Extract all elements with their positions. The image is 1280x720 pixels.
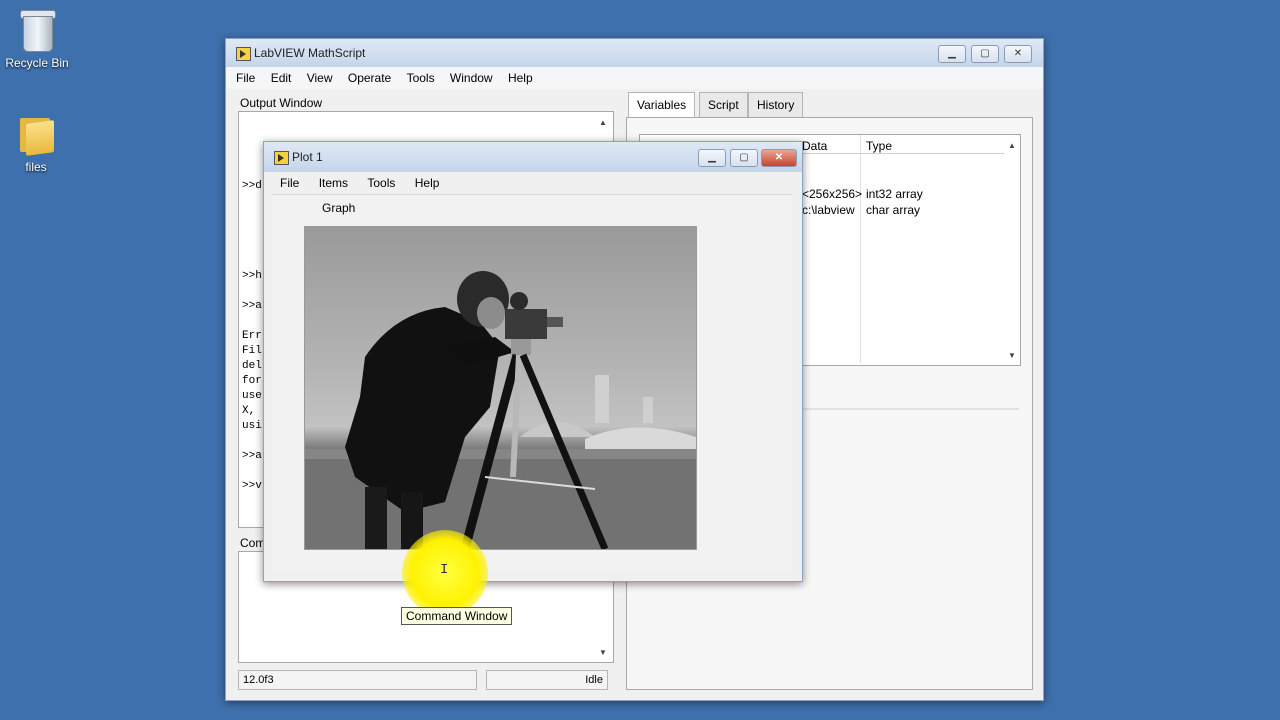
plot-title-bar[interactable]: Plot 1 ▁ ▢ ✕ (264, 142, 802, 172)
cell-data: <256x256> (802, 187, 863, 201)
window-title: LabVIEW MathScript (254, 46, 366, 60)
status-state: Idle (486, 670, 608, 690)
output-line: >>h (242, 270, 262, 282)
menu-view[interactable]: View (301, 67, 339, 89)
output-line: Fil (242, 345, 262, 357)
output-line: >>v (242, 480, 262, 492)
folder-icon (16, 112, 56, 156)
menu-window[interactable]: Window (444, 67, 499, 89)
cameraman-image (305, 271, 696, 549)
table-row[interactable]: <256x256> int32 array (802, 187, 1002, 203)
labview-icon (236, 47, 251, 61)
cell-data: c:\labview (802, 203, 855, 217)
menu-help[interactable]: Help (409, 172, 446, 194)
header-divider (860, 135, 861, 363)
tab-variables[interactable]: Variables (628, 92, 696, 119)
title-bar[interactable]: LabVIEW MathScript ▁ ▢ ✕ (226, 39, 1043, 67)
output-line: usi (242, 420, 262, 432)
desktop-icon-label: files (25, 160, 47, 174)
cell-type: char array (866, 203, 921, 217)
menu-tools[interactable]: Tools (361, 172, 401, 194)
plot-menu-bar: File Items Tools Help (264, 172, 802, 194)
menu-operate[interactable]: Operate (342, 67, 397, 89)
menu-file[interactable]: File (230, 67, 261, 89)
table-row[interactable]: c:\labview char array (802, 203, 1002, 219)
tooltip: Command Window (401, 607, 513, 625)
menu-bar: File Edit View Operate Tools Window Help (226, 67, 1043, 89)
minimize-button[interactable]: ▁ (698, 149, 726, 167)
tab-history[interactable]: History (748, 92, 804, 117)
desktop-icon-files[interactable]: files (1, 112, 71, 174)
cell-type: int32 array (866, 187, 923, 201)
minimize-button[interactable]: ▁ (938, 45, 966, 63)
column-header-data[interactable]: Data (802, 139, 827, 153)
recycle-bin-icon (17, 8, 57, 52)
maximize-button[interactable]: ▢ (971, 45, 999, 63)
maximize-button[interactable]: ▢ (730, 149, 758, 167)
menu-file[interactable]: File (274, 172, 305, 194)
menu-edit[interactable]: Edit (265, 67, 298, 89)
output-line: for (242, 375, 262, 387)
tab-script[interactable]: Script (699, 92, 748, 117)
close-button[interactable]: ✕ (1004, 45, 1032, 63)
close-button[interactable]: ✕ (761, 149, 797, 167)
desktop-icon-label: Recycle Bin (5, 56, 69, 70)
tab-strip: Variables Script History (628, 92, 1028, 119)
status-version: 12.0f3 (238, 670, 477, 690)
output-line: >>a (242, 300, 262, 312)
scroll-up-arrow-icon[interactable]: ▲ (1008, 141, 1016, 150)
command-window-label: Com (240, 536, 266, 550)
output-line: use (242, 390, 262, 402)
output-line: X, (242, 405, 256, 417)
menu-items[interactable]: Items (313, 172, 354, 194)
desktop-icon-recycle-bin[interactable]: Recycle Bin (2, 8, 72, 70)
plot-window-title: Plot 1 (292, 150, 323, 164)
output-window-label: Output Window (240, 96, 323, 110)
plot-window: Plot 1 ▁ ▢ ✕ File Items Tools Help Graph (263, 141, 803, 582)
menu-help[interactable]: Help (502, 67, 539, 89)
output-line: Err (242, 330, 262, 342)
scroll-down-arrow-icon[interactable]: ▼ (599, 648, 607, 657)
graph-image[interactable] (304, 226, 697, 550)
scroll-down-arrow-icon[interactable]: ▼ (1008, 351, 1016, 360)
plot-body: Graph (272, 194, 792, 573)
labview-icon (274, 151, 289, 165)
menu-tools[interactable]: Tools (401, 67, 441, 89)
graph-label: Graph (322, 201, 356, 215)
column-header-type[interactable]: Type (866, 139, 892, 153)
output-line: >>a (242, 450, 262, 462)
scroll-up-arrow-icon[interactable]: ▲ (599, 118, 607, 127)
output-line: >>d (242, 180, 262, 192)
output-line: del (242, 360, 262, 372)
text-cursor-icon: I (440, 562, 449, 578)
